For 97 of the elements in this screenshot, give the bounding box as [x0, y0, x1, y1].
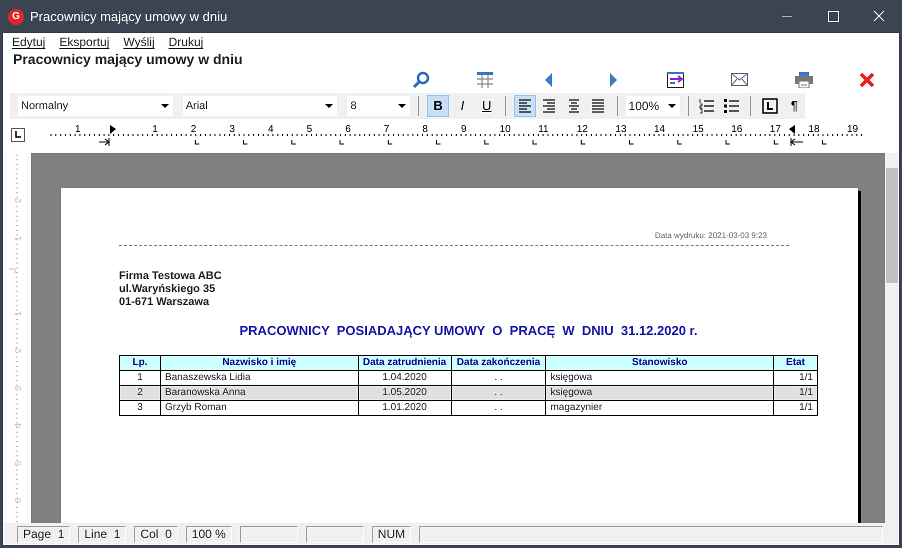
zoom-dropdown[interactable]: 100% [626, 96, 680, 116]
menu-item[interactable]: Drukuj [168, 33, 204, 51]
ruler-number: 16 [731, 124, 742, 135]
menu-item[interactable]: Wyślij [123, 33, 155, 51]
ruler-number: 19 [847, 124, 858, 135]
table-cell: 1/1 [774, 385, 818, 400]
ruler-number: 7 [384, 124, 390, 135]
ruler-number: 4 [13, 422, 23, 428]
table-icon [476, 72, 494, 88]
column-header: Stanowisko [546, 355, 774, 370]
indent-marker[interactable] [790, 138, 804, 146]
table-cell: 1/1 [774, 370, 818, 385]
status-pane [306, 526, 364, 542]
minimize-icon [782, 16, 792, 17]
ruler-number: 5 [306, 124, 312, 135]
ruler-number: 4 [268, 124, 274, 135]
indent-marker[interactable] [98, 138, 110, 146]
paragraph-mark-button[interactable]: ¶ [784, 95, 806, 117]
table-cell: 1.04.2020 [358, 370, 452, 385]
ruler-number: 13 [615, 124, 627, 135]
envelope-icon [730, 73, 749, 87]
table-cell: 2 [120, 385, 160, 400]
align-left-button[interactable] [514, 95, 536, 117]
bold-button[interactable]: B [427, 95, 449, 117]
ruler-number: 12 [576, 124, 588, 135]
ruler-number: 9 [461, 124, 467, 135]
table-cell: 1 [120, 370, 160, 385]
table-cell: księgowa [546, 370, 774, 385]
font-dropdown[interactable]: Arial [182, 96, 338, 116]
column-header: Nazwisko i imię [160, 355, 358, 370]
ruler-number: 1 [152, 124, 158, 135]
ruler-number: 3 [13, 386, 23, 391]
ruler-number: 8 [422, 124, 428, 135]
menu-item[interactable]: Edytuj [12, 33, 46, 51]
table-cell: . . [451, 385, 546, 400]
ruler-number: 11 [538, 124, 549, 135]
table-cell: magazynier [546, 400, 774, 415]
right-margin-marker[interactable] [789, 125, 795, 134]
report-heading: Pracownicy mający umowy w dniu [12, 51, 244, 69]
right-arrow-icon [608, 73, 617, 87]
close-icon [859, 72, 876, 88]
ruler-number: 17 [770, 124, 781, 135]
print-date: Data wydruku: 2021-03-03 9:23 [654, 230, 767, 242]
table-cell: 1/1 [774, 400, 818, 415]
table-cell: Grzyb Roman [160, 400, 358, 415]
table-cell: . . [451, 400, 546, 415]
company-address-line: 01-671 Warszawa [119, 296, 210, 309]
ruler-number: 3 [229, 124, 235, 135]
ruler-number: 2 [13, 348, 23, 353]
justify-icon [590, 98, 606, 114]
table-cell: 1.05.2020 [358, 385, 452, 400]
table-cell: . . [451, 370, 546, 385]
style-dropdown[interactable]: Normalny [18, 96, 173, 116]
ruler-number: 1 [13, 310, 23, 316]
ruler-number: 2 [13, 198, 23, 203]
window-title: Pracownicy mający umowy w dniu [30, 8, 228, 26]
ruler-number: 1 [13, 236, 23, 241]
ruler-number: 1 [75, 124, 81, 135]
column-header: Etat [774, 355, 818, 370]
ruler-number: 18 [808, 124, 820, 135]
column-header: Lp. [120, 355, 160, 370]
table-cell: Baranowska Anna [160, 385, 358, 400]
status-pane: 100 % [186, 526, 232, 542]
company-address-line: Firma Testowa ABC [119, 270, 223, 283]
status-pane: Line 1 [78, 526, 126, 542]
scrollbar-thumb[interactable] [886, 168, 898, 283]
menu-item[interactable]: Eksportuj [59, 33, 110, 51]
align-left-icon [516, 98, 533, 114]
italic-button[interactable]: I [452, 95, 474, 117]
ruler-number: 6 [345, 124, 351, 135]
table-cell: 1.01.2020 [358, 400, 452, 415]
company-address-line: ul.Waryńskiego 35 [119, 283, 216, 296]
vertical-scrollbar[interactable] [885, 153, 899, 523]
status-pane: Page 1 [17, 526, 70, 542]
status-pane: NUM [372, 526, 412, 542]
font-size-dropdown[interactable]: 8 [347, 96, 410, 116]
table-cell: 3 [120, 400, 160, 415]
column-header: Data zatrudnienia [358, 355, 452, 370]
printer-icon [794, 72, 813, 88]
left-margin-marker[interactable] [110, 125, 116, 134]
report-title: PRACOWNICY POSIADAJĄCY UMOWY O PRACĘ W DNIU 31.12.2020 r. [238, 322, 698, 340]
ruler-number: 6 [13, 498, 23, 503]
ruler-number: 15 [692, 124, 704, 135]
align-right-icon [541, 98, 558, 114]
table-cell: księgowa [546, 385, 774, 400]
status-pane: Col 0 [134, 526, 178, 542]
status-pane [240, 526, 298, 542]
underline-button[interactable]: U [476, 95, 498, 117]
ruler-number: 2 [190, 124, 196, 135]
left-arrow-icon [545, 73, 554, 87]
app-logo: G [8, 8, 24, 24]
export-icon [667, 72, 686, 88]
column-header: Data zakończenia [451, 355, 546, 370]
ruler-number: 14 [654, 124, 666, 135]
search-icon [412, 71, 432, 89]
ruler-number: 10 [500, 124, 511, 135]
table-cell: Banaszewska Lidia [160, 370, 358, 385]
